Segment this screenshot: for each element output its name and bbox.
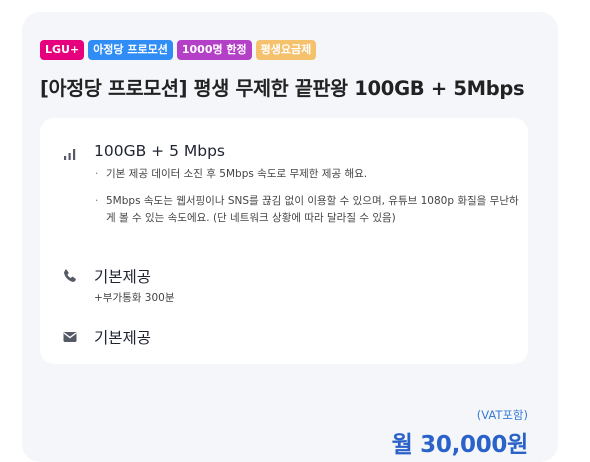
badge-list: LGU+ 아정당 프로모션 1000명 한정 평생요금제 bbox=[40, 40, 317, 60]
data-bullet-list: 기본 제공 데이터 소진 후 5Mbps 속도로 무제한 제공 해요. 5Mbp… bbox=[94, 166, 524, 228]
plan-title: [아정당 프로모션] 평생 무제한 끝판왕 100GB + 5Mbps bbox=[40, 77, 525, 100]
badge-promotion: 아정당 프로모션 bbox=[88, 40, 173, 60]
price-block: (VAT포함) 월 30,000원 bbox=[391, 407, 529, 459]
data-heading: 100GB + 5 Mbps bbox=[94, 142, 225, 160]
envelope-icon bbox=[62, 329, 78, 345]
data-bullet-2: 5Mbps 속도는 웹서핑이나 SNS를 끊김 없이 이용할 수 있으며, 유튜… bbox=[94, 193, 524, 228]
badge-limited: 1000명 한정 bbox=[176, 40, 252, 60]
badge-lgu: LGU+ bbox=[40, 40, 85, 60]
plan-details-box: 100GB + 5 Mbps 기본 제공 데이터 소진 후 5Mbps 속도로 … bbox=[40, 118, 528, 364]
data-bullet-1: 기본 제공 데이터 소진 후 5Mbps 속도로 무제한 제공 해요. bbox=[94, 166, 524, 184]
monthly-price: 월 30,000원 bbox=[391, 432, 529, 458]
signal-bars-icon bbox=[62, 146, 78, 162]
vat-label: (VAT포함) bbox=[476, 408, 528, 422]
phone-icon bbox=[62, 268, 78, 284]
badge-lifetime-plan: 평생요금제 bbox=[255, 40, 317, 60]
sms-heading: 기본제공 bbox=[94, 329, 152, 347]
voice-heading: 기본제공 bbox=[94, 268, 152, 286]
plan-card[interactable]: LGU+ 아정당 프로모션 1000명 한정 평생요금제 [아정당 프로모션] … bbox=[22, 12, 558, 462]
voice-extra-minutes: +부가통화 300분 bbox=[94, 292, 175, 304]
